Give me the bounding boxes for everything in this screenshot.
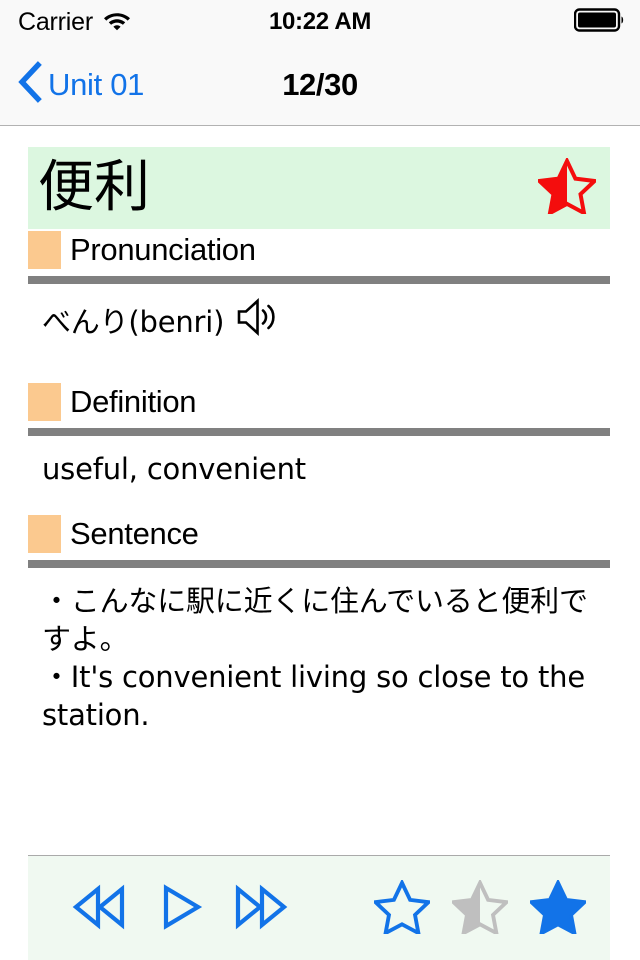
back-button-label: Unit 01 <box>48 66 145 102</box>
star-full-button[interactable] <box>527 877 589 937</box>
section-sentence: Sentence ・こんなに駅に近くに住んでいると便利ですよ。 ・It's co… <box>28 513 610 735</box>
status-bar-left: Carrier <box>18 8 132 37</box>
section-body: ・こんなに駅に近くに住んでいると便利ですよ。 ・It's convenient … <box>42 583 588 733</box>
status-bar-right <box>573 7 626 38</box>
section-divider <box>28 559 610 568</box>
star-half-icon <box>449 877 511 937</box>
navigation-bar: Unit 01 12/30 <box>0 44 640 126</box>
play-icon <box>157 883 203 933</box>
word-text: 便利 <box>38 155 150 220</box>
battery-full-icon <box>573 7 626 38</box>
section-title: Definition <box>70 384 197 420</box>
fast-forward-icon <box>231 884 289 933</box>
word-card-header: 便利 <box>28 147 610 229</box>
speaker-icon[interactable] <box>236 298 278 345</box>
star-half-button[interactable] <box>449 877 511 937</box>
status-bar: Carrier 10:22 AM <box>0 0 640 44</box>
section-divider <box>28 428 610 437</box>
content-area: 便利 Pronunciation べんり(benri) Definition u… <box>0 126 640 855</box>
carrier-label: Carrier <box>18 7 93 36</box>
back-button[interactable]: Unit 01 <box>16 61 144 108</box>
section-title: Sentence <box>70 515 199 551</box>
star-filled-icon <box>527 877 589 937</box>
section-definition: Definition useful, convenient <box>28 381 610 512</box>
star-half-icon[interactable] <box>535 155 599 219</box>
playback-controls <box>71 883 289 933</box>
section-header: Sentence <box>28 513 610 555</box>
fast-forward-button[interactable] <box>231 884 289 933</box>
rating-controls <box>371 877 589 937</box>
star-outline-icon <box>371 877 433 937</box>
wifi-icon <box>102 9 132 36</box>
section-body: べんり(benri) <box>28 284 610 345</box>
section-bullet-icon <box>28 383 61 422</box>
section-body: useful, convenient <box>42 452 306 487</box>
rewind-button[interactable] <box>71 884 129 933</box>
play-button[interactable] <box>157 883 203 933</box>
pronunciation-row: べんり(benri) <box>42 298 610 345</box>
section-pronunciation: Pronunciation べんり(benri) <box>28 229 610 381</box>
section-bullet-icon <box>28 231 61 269</box>
star-empty-button[interactable] <box>371 877 433 937</box>
section-divider <box>28 276 610 284</box>
section-bullet-icon <box>28 514 61 553</box>
section-header: Pronunciation <box>28 229 610 271</box>
section-title: Pronunciation <box>70 232 256 267</box>
rewind-icon <box>71 884 129 933</box>
pronunciation-text: べんり(benri) <box>42 304 225 339</box>
app-root: Carrier 10:22 AM Unit 01 12/30 便利 Pronun… <box>0 0 640 960</box>
playback-toolbar <box>28 855 610 960</box>
section-header: Definition <box>28 381 610 423</box>
chevron-left-icon <box>16 61 42 108</box>
